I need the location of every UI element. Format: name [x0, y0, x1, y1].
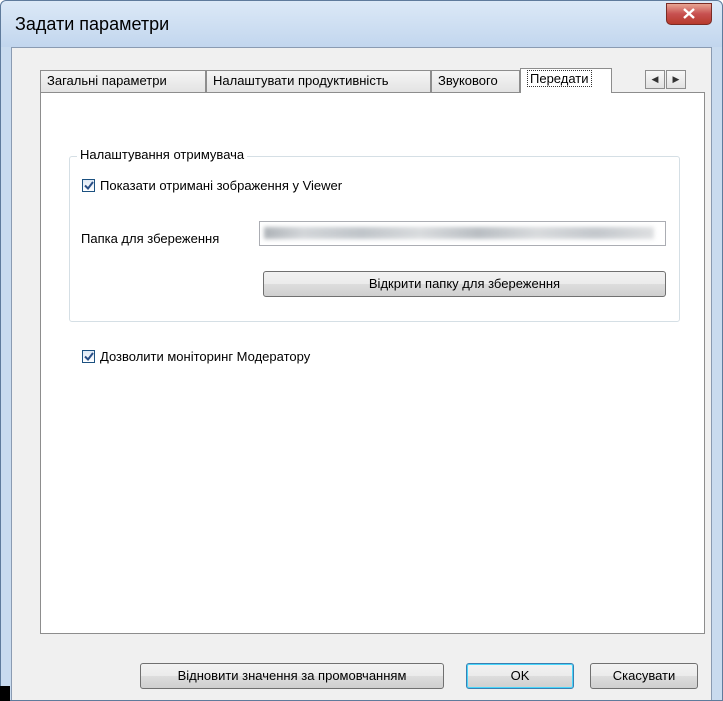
save-folder-field[interactable] — [259, 221, 666, 246]
show-in-viewer-option[interactable]: Показати отримані зображення у Viewer — [82, 178, 342, 193]
tab-performance[interactable]: Налаштувати продуктивність — [206, 70, 431, 92]
title-bar[interactable]: Задати параметри — [1, 1, 722, 47]
check-icon — [83, 181, 94, 190]
ok-button[interactable]: OK — [466, 663, 574, 689]
receiver-settings-title: Налаштування отримувача — [77, 147, 248, 162]
allow-monitoring-label: Дозволити моніторинг Модератору — [100, 349, 311, 364]
options-dialog: Задати параметри Загальні параметри Нала… — [0, 0, 723, 701]
save-folder-label: Папка для збереження — [81, 231, 220, 246]
tab-scroll-left[interactable]: ◀ — [645, 70, 665, 89]
allow-monitoring-checkbox[interactable] — [82, 350, 95, 363]
dialog-client-area: Загальні параметри Налаштувати продуктив… — [11, 47, 712, 700]
blurred-path — [264, 227, 654, 239]
close-icon — [683, 6, 695, 22]
window-title: Задати параметри — [15, 14, 170, 34]
tab-scroll-right[interactable]: ▶ — [666, 70, 686, 89]
tab-panel-transfer: Налаштування отримувача Показати отриман… — [40, 92, 705, 634]
restore-defaults-button[interactable]: Відновити значення за промовчанням — [140, 663, 444, 689]
open-save-folder-button[interactable]: Відкрити папку для збереження — [263, 271, 666, 297]
show-in-viewer-checkbox[interactable] — [82, 179, 95, 192]
tab-scroll-buttons: ◀ ▶ — [645, 70, 687, 90]
show-in-viewer-label: Показати отримані зображення у Viewer — [100, 178, 343, 193]
check-icon — [83, 352, 94, 361]
chevron-left-icon: ◀ — [651, 74, 659, 84]
close-button[interactable] — [666, 3, 712, 25]
cancel-button[interactable]: Скасувати — [590, 663, 698, 689]
tab-general[interactable]: Загальні параметри — [40, 70, 206, 92]
tab-sound[interactable]: Звукового — [431, 70, 520, 92]
tab-transfer[interactable]: Передати — [520, 68, 612, 93]
allow-monitoring-option[interactable]: Дозволити моніторинг Модератору — [82, 349, 310, 364]
screen-edge — [0, 686, 10, 701]
chevron-right-icon: ▶ — [672, 74, 680, 84]
